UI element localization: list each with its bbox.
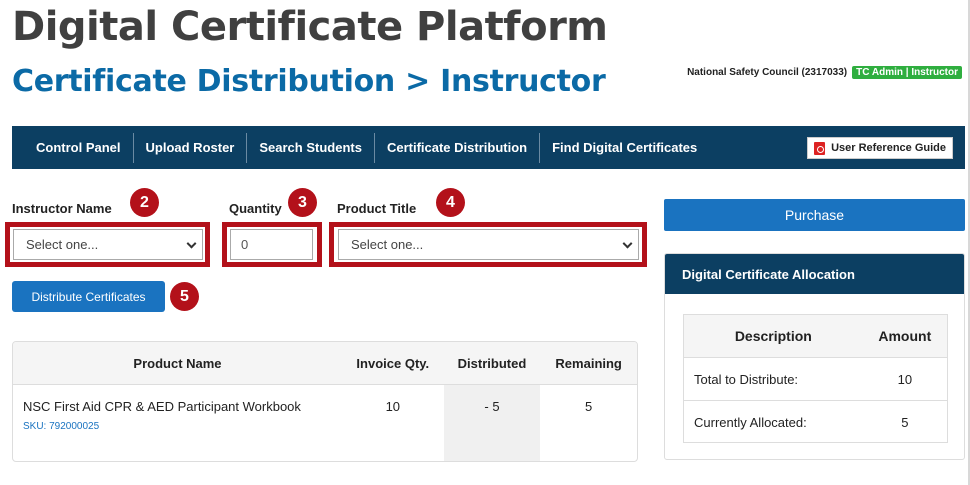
distribute-certificates-button[interactable]: Distribute Certificates: [12, 281, 165, 312]
product-select-value: Select one...: [351, 237, 424, 252]
chevron-down-icon: [186, 238, 197, 249]
app-title: Digital Certificate Platform: [12, 4, 608, 50]
product-sku: SKU: 792000025: [23, 421, 100, 432]
instructor-name-label: Instructor Name: [12, 201, 112, 216]
header-product-name: Product Name: [133, 355, 222, 371]
step-marker-3: 3: [288, 188, 317, 217]
currently-allocated-label: Currently Allocated:: [694, 415, 807, 430]
total-to-distribute-value: 10: [897, 371, 913, 387]
allocation-title: Digital Certificate Allocation: [665, 254, 964, 294]
organization-name: National Safety Council (2317033): [687, 67, 848, 78]
nav-find-digital-certificates[interactable]: Find Digital Certificates: [540, 133, 709, 163]
header-amount: Amount: [878, 328, 932, 344]
user-reference-guide-button[interactable]: User Reference Guide: [807, 137, 953, 159]
step-marker-2: 2: [130, 188, 159, 217]
table-row: Currently Allocated: 5: [684, 401, 947, 444]
table-header-row: Product Name Invoice Qty. Distributed Re…: [13, 342, 637, 385]
allocation-table: Description Amount Total to Distribute: …: [683, 314, 948, 443]
reference-guide-label: User Reference Guide: [831, 142, 946, 154]
product-name-cell: NSC First Aid CPR & AED Participant Work…: [13, 385, 342, 461]
header-invoice-qty: Invoice Qty.: [356, 355, 430, 371]
allocation-header-row: Description Amount: [684, 315, 947, 358]
quantity-label: Quantity: [229, 201, 282, 216]
instructor-select-value: Select one...: [26, 237, 99, 252]
total-to-distribute-label: Total to Distribute:: [694, 371, 799, 387]
quantity-value: 0: [241, 237, 249, 252]
chevron-down-icon: [622, 238, 633, 249]
products-table: Product Name Invoice Qty. Distributed Re…: [12, 341, 638, 462]
step-marker-4: 4: [436, 188, 465, 217]
nav-certificate-distribution[interactable]: Certificate Distribution: [375, 132, 541, 163]
table-row: NSC First Aid CPR & AED Participant Work…: [13, 385, 637, 461]
quantity-input[interactable]: 0: [230, 229, 313, 260]
table-row: Total to Distribute: 10: [684, 358, 947, 401]
pdf-icon: [814, 141, 826, 155]
nav-upload-roster[interactable]: Upload Roster: [134, 132, 248, 163]
product-title-select[interactable]: Select one...: [338, 229, 639, 260]
step-marker-5: 5: [170, 282, 199, 311]
header-remaining: Remaining: [555, 355, 622, 371]
main-nav: Control Panel Upload Roster Search Stude…: [12, 126, 965, 169]
nav-search-students[interactable]: Search Students: [247, 132, 375, 163]
product-name: NSC First Aid CPR & AED Participant Work…: [23, 399, 301, 414]
distributed-cell: - 5: [443, 385, 541, 461]
header-description: Description: [734, 328, 812, 344]
remaining-cell: 5: [585, 399, 593, 414]
currently-allocated-value: 5: [901, 415, 909, 430]
purchase-button[interactable]: Purchase: [664, 199, 965, 231]
invoice-qty-cell: 10: [385, 399, 401, 414]
account-info: National Safety Council (2317033) TC Adm…: [687, 66, 962, 79]
instructor-select[interactable]: Select one...: [13, 229, 203, 260]
role-badge: TC Admin | Instructor: [852, 66, 962, 79]
nav-control-panel[interactable]: Control Panel: [24, 132, 134, 163]
page-title: Certificate Distribution > Instructor: [12, 64, 606, 99]
allocation-panel: Digital Certificate Allocation Descripti…: [664, 253, 965, 460]
header-distributed: Distributed: [457, 355, 527, 371]
product-title-label: Product Title: [337, 201, 417, 216]
